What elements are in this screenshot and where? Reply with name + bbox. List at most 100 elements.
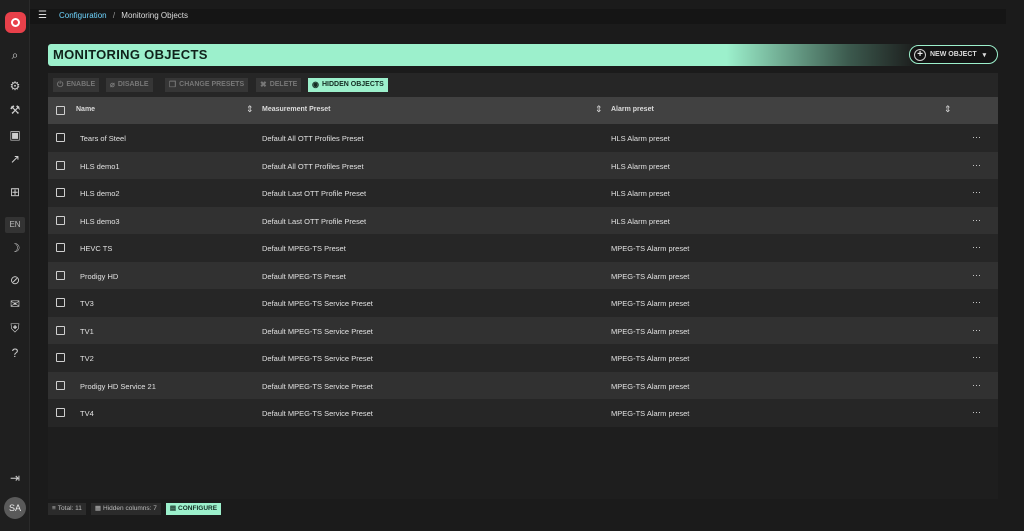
cell-measurement-preset: Default MPEG-TS Service Preset bbox=[262, 299, 373, 308]
cell-name: HEVC TS bbox=[80, 244, 113, 253]
change-presets-button[interactable]: ❐ CHANGE PRESETS bbox=[165, 78, 249, 92]
breadcrumb: Configuration / Monitoring Objects bbox=[59, 11, 188, 20]
language-toggle[interactable]: EN bbox=[5, 217, 25, 233]
total-label: Total: 11 bbox=[57, 505, 82, 512]
cell-measurement-preset: Default MPEG-TS Service Preset bbox=[262, 354, 373, 363]
column-header-alarm[interactable]: Alarm preset bbox=[611, 106, 654, 113]
cell-name: HLS demo3 bbox=[80, 216, 120, 226]
breadcrumb-separator: / bbox=[112, 11, 116, 20]
sort-icon[interactable]: ⇕ bbox=[944, 104, 952, 115]
cell-alarm-preset: HLS Alarm preset bbox=[611, 216, 670, 226]
sort-icon[interactable]: ⇕ bbox=[246, 104, 254, 115]
cell-measurement-preset: Default MPEG-TS Preset bbox=[262, 244, 346, 253]
table-row[interactable]: TV1 Default MPEG-TS Service Preset MPEG-TS… bbox=[48, 316, 998, 344]
table-row[interactable]: HLS demo1 Default All OTT Profiles Preset… bbox=[48, 151, 998, 179]
table-row[interactable]: Prodigy HD Default MPEG-TS Preset MPEG-TS … bbox=[48, 261, 998, 289]
hidden-objects-label: HIDDEN OBJECTS bbox=[321, 81, 384, 88]
moon-icon[interactable]: ☽ bbox=[7, 240, 23, 256]
table-header: Name ⇕ Measurement Preset ⇕ Alarm preset… bbox=[48, 97, 998, 124]
columns-icon: ▦ bbox=[94, 505, 102, 512]
more-options-icon[interactable]: ⋯ bbox=[972, 325, 982, 336]
more-options-icon[interactable]: ⋯ bbox=[972, 160, 982, 171]
cell-name: Prodigy HD Service 21 bbox=[80, 381, 156, 391]
cell-alarm-preset: MPEG-TS Alarm preset bbox=[611, 381, 690, 391]
row-checkbox[interactable] bbox=[56, 298, 65, 307]
cell-alarm-preset: HLS Alarm preset bbox=[611, 161, 670, 171]
row-checkbox[interactable] bbox=[56, 133, 65, 142]
table-row[interactable]: Prodigy HD Service 21 Default MPEG-TS Ser… bbox=[48, 371, 998, 399]
monitor-icon[interactable]: ▣ bbox=[7, 127, 23, 143]
list-icon: ≡ bbox=[52, 505, 56, 512]
column-header-measurement[interactable]: Measurement Preset bbox=[262, 106, 330, 113]
table-row[interactable]: TV4 Default MPEG-TS Service Preset MPEG-TS… bbox=[48, 399, 998, 427]
table-footer: ≡ Total: 11 ▦ Hidden columns: 7 ▤ CONFIG… bbox=[48, 503, 222, 516]
more-options-icon[interactable]: ⋯ bbox=[972, 407, 982, 418]
menu-collapse-icon[interactable]: ☰ bbox=[38, 10, 50, 22]
row-checkbox[interactable] bbox=[56, 408, 65, 417]
cell-alarm-preset: MPEG-TS Alarm preset bbox=[611, 299, 690, 308]
logout-icon[interactable]: ⇥ bbox=[7, 470, 23, 486]
delete-label: DELETE bbox=[269, 81, 298, 88]
more-options-icon[interactable]: ⋯ bbox=[972, 187, 982, 198]
more-options-icon[interactable]: ⋯ bbox=[972, 242, 982, 253]
page-title: MONITORING OBJECTS bbox=[53, 47, 208, 62]
delete-button[interactable]: ✖ DELETE bbox=[256, 78, 302, 92]
disable-label: DISABLE bbox=[117, 81, 149, 88]
more-options-icon[interactable]: ⋯ bbox=[972, 270, 982, 281]
row-checkbox[interactable] bbox=[56, 215, 65, 225]
avatar[interactable]: SA bbox=[4, 497, 26, 519]
mute-icon[interactable]: ⊘ bbox=[7, 272, 23, 288]
more-options-icon[interactable]: ⋯ bbox=[972, 215, 982, 226]
configure-label: CONFIGURE bbox=[178, 505, 218, 512]
sidebar: ⌕ ⚙ ⚒ ▣ ↗ ⊞ EN ☽ ⊘ ✉ ⛨ ? ⇥ SA bbox=[0, 0, 30, 531]
cell-measurement-preset: Default Last OTT Profile Preset bbox=[262, 189, 367, 198]
table-row[interactable]: HLS demo3 Default Last OTT Profile Preset… bbox=[48, 206, 998, 234]
breadcrumb-link-configuration[interactable]: Configuration bbox=[59, 11, 107, 20]
settings-icon[interactable]: ⚙ bbox=[7, 78, 23, 94]
more-options-icon[interactable]: ⋯ bbox=[972, 352, 982, 363]
row-checkbox[interactable] bbox=[56, 353, 65, 362]
app-logo[interactable] bbox=[5, 12, 26, 33]
more-options-icon[interactable]: ⋯ bbox=[972, 297, 982, 308]
shield-icon[interactable]: ⛨ bbox=[7, 320, 23, 336]
more-options-icon[interactable]: ⋯ bbox=[972, 380, 982, 391]
hidden-columns-label: Hidden columns: 7 bbox=[103, 505, 157, 512]
row-checkbox[interactable] bbox=[56, 160, 65, 170]
cell-name: TV4 bbox=[80, 409, 94, 418]
change-presets-label: CHANGE PRESETS bbox=[179, 81, 245, 88]
table-row[interactable]: TV2 Default MPEG-TS Service Preset MPEG-TS… bbox=[48, 344, 998, 372]
row-checkbox[interactable] bbox=[56, 188, 65, 197]
table-row[interactable]: HEVC TS Default MPEG-TS Preset MPEG-TS Ala… bbox=[48, 234, 998, 262]
column-header-name[interactable]: Name bbox=[76, 106, 95, 113]
breadcrumb-current: Monitoring Objects bbox=[121, 11, 188, 20]
sort-icon[interactable]: ⇕ bbox=[595, 104, 603, 115]
action-toolbar: ⏻ ENABLE ⌀ DISABLE ❐ CHANGE PRESETS ✖ DE… bbox=[48, 73, 998, 97]
cell-measurement-preset: Default Last OTT Profile Preset bbox=[262, 216, 367, 226]
total-count: ≡ Total: 11 bbox=[48, 503, 86, 515]
table-row[interactable]: HLS demo2 Default Last OTT Profile Preset… bbox=[48, 179, 998, 207]
row-checkbox[interactable] bbox=[56, 270, 65, 280]
row-checkbox[interactable] bbox=[56, 243, 65, 252]
table-row[interactable]: Tears of Steel Default All OTT Profiles P… bbox=[48, 124, 998, 152]
mail-off-icon[interactable]: ✉ bbox=[7, 296, 23, 312]
configure-button[interactable]: ▤ CONFIGURE bbox=[165, 503, 222, 515]
dashboard-icon[interactable]: ⊞ bbox=[7, 184, 23, 200]
cell-name: HLS demo1 bbox=[80, 161, 120, 171]
table-row[interactable]: TV3 Default MPEG-TS Service Preset MPEG-TS… bbox=[48, 289, 998, 317]
cell-alarm-preset: HLS Alarm preset bbox=[611, 189, 670, 198]
more-options-icon[interactable]: ⋯ bbox=[972, 132, 982, 143]
search-icon[interactable]: ⌕ bbox=[7, 47, 23, 63]
row-checkbox[interactable] bbox=[56, 380, 65, 390]
new-object-button[interactable]: + NEW OBJECT ▾ bbox=[909, 45, 998, 64]
hidden-objects-button[interactable]: ◉ HIDDEN OBJECTS bbox=[308, 78, 388, 92]
select-all-checkbox[interactable] bbox=[56, 106, 65, 115]
disable-button[interactable]: ⌀ DISABLE bbox=[106, 78, 153, 92]
enable-button[interactable]: ⏻ ENABLE bbox=[53, 78, 100, 92]
help-icon[interactable]: ? bbox=[7, 345, 23, 361]
wrench-icon[interactable]: ⚒ bbox=[7, 102, 23, 118]
top-bar: ☰ Configuration / Monitoring Objects bbox=[30, 9, 1006, 24]
cell-measurement-preset: Default All OTT Profiles Preset bbox=[262, 134, 364, 143]
cell-name: Prodigy HD bbox=[80, 271, 119, 281]
chart-icon[interactable]: ↗ bbox=[7, 151, 23, 167]
row-checkbox[interactable] bbox=[56, 325, 65, 335]
